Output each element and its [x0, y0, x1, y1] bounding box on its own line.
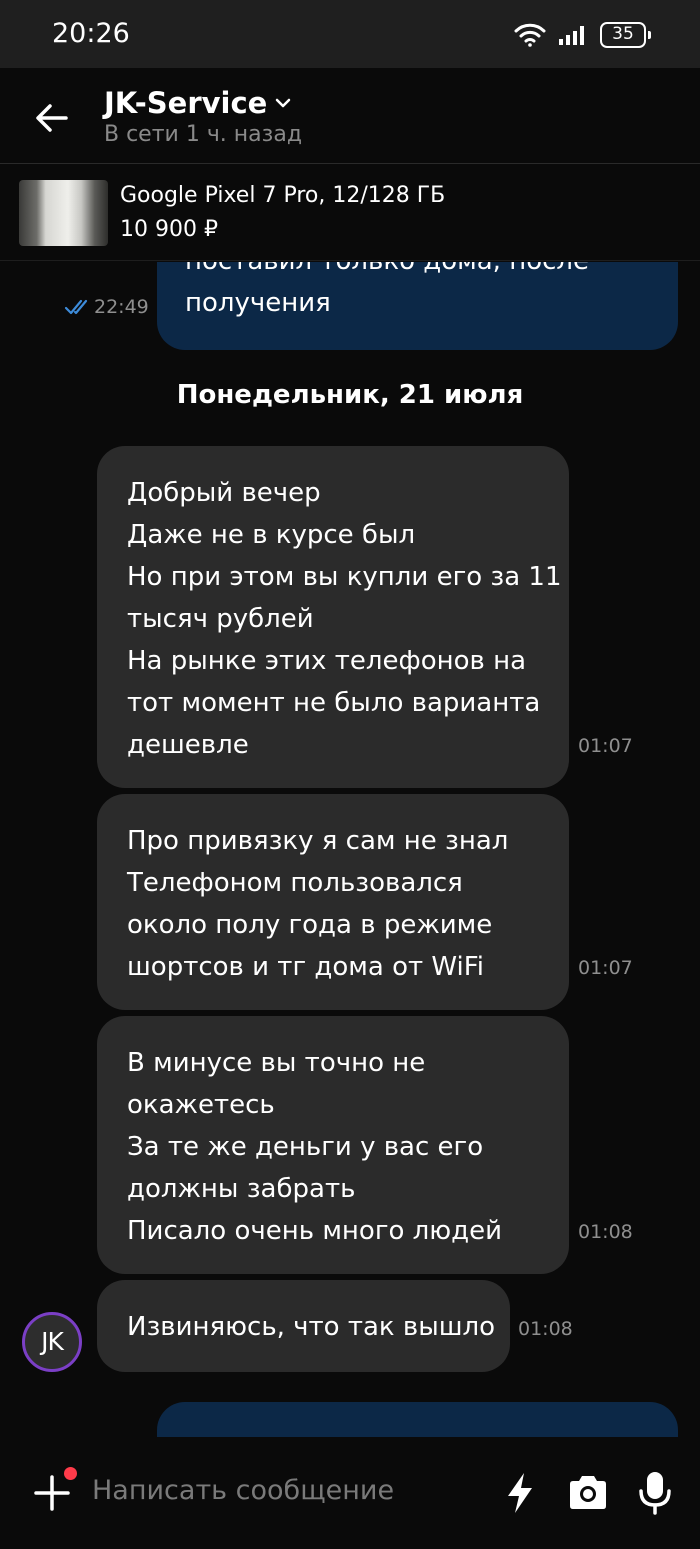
incoming-message[interactable]: В минусе вы точно не окажетесь За те же …: [97, 1016, 569, 1274]
message-line: Но при этом вы купли его за 11: [127, 562, 562, 592]
product-card[interactable]: Google Pixel 7 Pro, 12/128 ГБ 10 900 ₽: [0, 165, 700, 261]
message-line: Извиняюсь, что так вышло: [127, 1312, 496, 1342]
message-line: должны забрать: [127, 1174, 356, 1204]
chat-header: JK-Service В сети 1 ч. назад: [0, 68, 700, 164]
microphone-icon[interactable]: [633, 1469, 677, 1517]
message-line: За те же деньги у вас его: [127, 1132, 484, 1162]
message-input[interactable]: [92, 1465, 482, 1515]
outgoing-message[interactable]: [157, 1402, 678, 1437]
battery-icon: 35: [600, 22, 651, 48]
composer-bar: [0, 1437, 700, 1549]
message-time: 01:07: [578, 957, 633, 979]
outgoing-message[interactable]: поставил только дома, после получения: [157, 262, 678, 350]
message-line: На рынке этих телефонов на: [127, 646, 527, 676]
message-line: тысяч рублей: [127, 604, 314, 634]
product-price: 10 900 ₽: [120, 217, 218, 242]
double-check-icon: [64, 299, 88, 315]
message-line: Телефоном пользовался: [127, 868, 463, 898]
chat-title-text: JK-Service: [104, 86, 268, 120]
message-line: шортсов и тг дома от WiFi: [127, 952, 485, 982]
signal-icon: [559, 26, 584, 45]
message-line: Добрый вечер: [127, 478, 321, 508]
message-line: около полу года в режиме: [127, 910, 493, 940]
status-icons: 35: [514, 20, 651, 50]
message-line: Писало очень много людей: [127, 1216, 503, 1246]
message-time: 22:49: [94, 296, 149, 318]
message-line: Даже не в курсе был: [127, 520, 416, 550]
back-arrow-icon[interactable]: [30, 96, 74, 140]
incoming-message[interactable]: Извиняюсь, что так вышло: [97, 1280, 510, 1372]
lightning-icon[interactable]: [498, 1469, 542, 1517]
message-time: 01:08: [578, 1221, 633, 1243]
chat-title[interactable]: JK-Service: [104, 86, 291, 120]
message-line: поставил только дома, после: [185, 262, 589, 282]
message-list[interactable]: поставил только дома, после получения 22…: [0, 262, 700, 1437]
message-line: получения: [185, 288, 331, 318]
message-line: В минусе вы точно не: [127, 1048, 426, 1078]
message-line: тот момент не было варианта: [127, 688, 541, 718]
date-separator: Понедельник, 21 июля: [176, 380, 524, 410]
chevron-down-icon: [276, 98, 291, 108]
notification-dot: [64, 1467, 77, 1480]
avatar[interactable]: JK: [22, 1312, 82, 1372]
incoming-message[interactable]: Про привязку я сам не знал Телефоном пол…: [97, 794, 569, 1010]
message-line: окажетесь: [127, 1090, 275, 1120]
product-thumbnail: [19, 180, 108, 246]
status-bar: 20:26 35: [0, 0, 700, 68]
presence-status: В сети 1 ч. назад: [104, 122, 303, 147]
wifi-icon: [514, 23, 546, 47]
product-name: Google Pixel 7 Pro, 12/128 ГБ: [120, 183, 446, 208]
incoming-message[interactable]: Добрый вечер Даже не в курсе был Но при …: [97, 446, 569, 788]
status-time: 20:26: [52, 18, 130, 49]
message-time: 01:08: [518, 1318, 573, 1340]
message-line: Про привязку я сам не знал: [127, 826, 509, 856]
message-line: дешевле: [127, 730, 249, 760]
message-time: 01:07: [578, 735, 633, 757]
camera-icon[interactable]: [566, 1469, 610, 1517]
